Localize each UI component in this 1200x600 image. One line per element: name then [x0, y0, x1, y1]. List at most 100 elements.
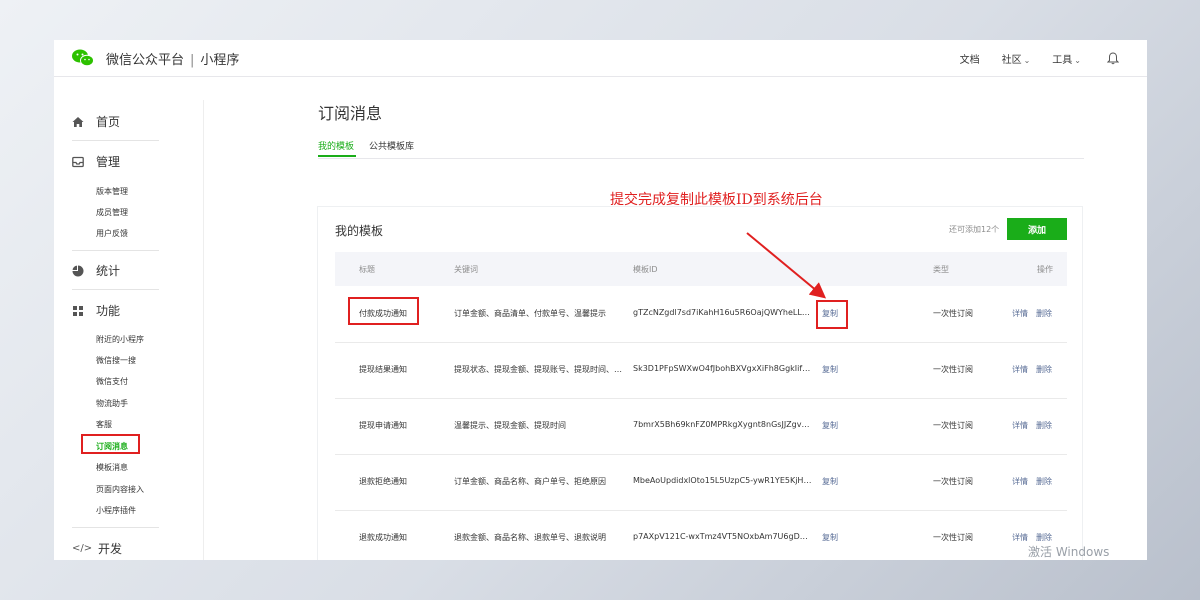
sidebar-item-service[interactable]: 客服 [96, 419, 112, 430]
highlight-box-copy [816, 300, 848, 329]
sidebar-item-content[interactable]: 页面内容接入 [96, 484, 144, 495]
sidebar-item-nearby[interactable]: 附近的小程序 [96, 334, 144, 345]
detail-link[interactable]: 详情 [1012, 420, 1028, 431]
row-type: 一次性订阅 [933, 533, 973, 542]
home-icon [72, 116, 84, 127]
sidebar-stats-label: 统计 [96, 264, 121, 278]
brand-name: 微信公众平台 [106, 53, 185, 68]
code-icon: </> [72, 542, 93, 554]
sidebar-item-plugin[interactable]: 小程序插件 [96, 505, 136, 516]
highlight-box-title [348, 297, 419, 325]
wechat-logo[interactable] [72, 49, 94, 67]
detail-link[interactable]: 详情 [1012, 308, 1028, 319]
tab-bar: 我的模板 公共模板库 [318, 132, 1084, 159]
copy-button[interactable]: 复制 [822, 476, 838, 487]
delete-link[interactable]: 删除 [1036, 364, 1052, 375]
copy-button[interactable]: 复制 [822, 420, 838, 431]
row-keywords: 提现状态、提现金额、提现账号、提现时间、备注 [454, 365, 626, 374]
brand-separator: | [190, 53, 195, 68]
tab-my-templates[interactable]: 我的模板 [318, 139, 354, 152]
nav-community-label: 社区 [1001, 55, 1022, 66]
sidebar-dev[interactable]: </> 开发 [72, 540, 122, 557]
sidebar-dev-label: 开发 [98, 542, 123, 556]
divider [72, 527, 159, 528]
sidebar-divider [203, 100, 204, 560]
sidebar-item-template[interactable]: 模板消息 [96, 462, 128, 473]
sidebar-features[interactable]: 功能 [72, 302, 120, 319]
page-title: 订阅消息 [318, 104, 383, 123]
sidebar-item-version[interactable]: 版本管理 [96, 186, 128, 197]
divider [72, 140, 159, 141]
chevron-down-icon: ⌄ [1074, 56, 1081, 65]
remaining-count: 还可添加12个 [949, 225, 1000, 234]
top-bar: 微信公众平台 | 小程序 文档 社区 ⌄ 工具 ⌄ [54, 40, 1147, 77]
table-row: 提现申请通知 温馨提示、提现金额、提现时间 7bmrX5Bh69knFZ0MPR… [335, 398, 1067, 455]
row-template-id: gTZcNZgdl7sd7iKahH16u5R6OajQWYheLLhbkc [633, 308, 813, 317]
nav-community[interactable]: 社区 ⌄ [1002, 51, 1031, 66]
col-actions: 操作 [1037, 265, 1053, 274]
table-row: 退款成功通知 退款金额、商品名称、退款单号、退款说明 p7AXpV121C-wx… [335, 510, 1067, 560]
annotation-text: 提交完成复制此模板ID到系统后台 [610, 192, 823, 208]
sidebar-item-pay[interactable]: 微信支付 [96, 376, 128, 387]
sidebar-item-members[interactable]: 成员管理 [96, 207, 128, 218]
inbox-icon [72, 156, 84, 167]
delete-link[interactable]: 删除 [1036, 532, 1052, 543]
row-keywords: 订单金额、商品名称、商户单号、拒绝原因 [454, 477, 606, 486]
col-keywords: 关键词 [454, 265, 478, 274]
delete-link[interactable]: 删除 [1036, 420, 1052, 431]
brand-title: 微信公众平台 | 小程序 [106, 49, 239, 68]
sidebar-item-search[interactable]: 微信搜一搜 [96, 355, 136, 366]
delete-link[interactable]: 删除 [1036, 308, 1052, 319]
sidebar-manage[interactable]: 管理 [72, 153, 120, 170]
tab-active-indicator [318, 155, 356, 157]
row-template-id: 7bmrX5Bh69knFZ0MPRkgXygnt8nGsJJZgvAkDe [633, 420, 813, 429]
table-row: 提现结果通知 提现状态、提现金额、提现账号、提现时间、备注 Sk3D1PFpSW… [335, 342, 1067, 399]
top-nav: 文档 社区 ⌄ 工具 ⌄ [938, 51, 1119, 66]
chevron-down-icon: ⌄ [1023, 56, 1031, 65]
row-keywords: 退款金额、商品名称、退款单号、退款说明 [454, 533, 606, 542]
grid-icon [73, 305, 83, 316]
detail-link[interactable]: 详情 [1012, 476, 1028, 487]
divider [72, 250, 159, 251]
row-title: 退款成功通知 [359, 533, 407, 542]
product-name: 小程序 [200, 53, 240, 68]
row-keywords: 订单金额、商品清单、付款单号、温馨提示 [454, 309, 606, 318]
row-title: 退款拒绝通知 [359, 477, 407, 486]
app-window: 微信公众平台 | 小程序 文档 社区 ⌄ 工具 ⌄ 首页 管理 版本管理 成员管理 用户… [54, 40, 1147, 560]
highlight-box-subscribe [81, 434, 140, 454]
col-type: 类型 [933, 265, 949, 274]
add-button[interactable]: 添加 [1007, 218, 1067, 240]
bell-icon[interactable] [1107, 52, 1119, 65]
table-row: 付款成功通知 订单金额、商品清单、付款单号、温馨提示 gTZcNZgdl7sd7… [335, 286, 1067, 343]
nav-docs[interactable]: 文档 [960, 51, 980, 66]
divider [72, 289, 159, 290]
copy-button[interactable]: 复制 [822, 532, 838, 543]
delete-link[interactable]: 删除 [1036, 476, 1052, 487]
sidebar-stats[interactable]: 统计 [72, 262, 120, 279]
col-title: 标题 [359, 265, 375, 274]
tab-public-library[interactable]: 公共模板库 [369, 139, 414, 152]
pie-chart-icon [72, 265, 84, 276]
table-header: 标题 关键词 模板ID 类型 操作 [335, 252, 1067, 286]
col-template-id: 模板ID [633, 265, 658, 274]
row-title: 提现结果通知 [359, 365, 407, 374]
row-template-id: Sk3D1PFpSWXwO4fJbohBXVgxXiFh8GgkIifMu1 [633, 364, 813, 373]
sidebar-item-feedback[interactable]: 用户反馈 [96, 228, 128, 239]
table-row: 退款拒绝通知 订单金额、商品名称、商户单号、拒绝原因 MbeAoUpdidxlO… [335, 454, 1067, 511]
detail-link[interactable]: 详情 [1012, 364, 1028, 375]
sidebar-manage-label: 管理 [96, 155, 121, 169]
card-title: 我的模板 [335, 224, 384, 238]
windows-watermark: 激活 Windows [1028, 545, 1110, 559]
detail-link[interactable]: 详情 [1012, 532, 1028, 543]
sidebar-home[interactable]: 首页 [72, 113, 120, 130]
sidebar-item-logistics[interactable]: 物流助手 [96, 398, 128, 409]
row-template-id: p7AXpV121C-wxTmz4VT5NOxbAm7U6gDNqPl0 [633, 532, 813, 541]
row-type: 一次性订阅 [933, 365, 973, 374]
sidebar-home-label: 首页 [96, 115, 121, 129]
nav-tools[interactable]: 工具 ⌄ [1052, 51, 1081, 66]
sidebar: 首页 管理 版本管理 成员管理 用户反馈 统计 功能 附近的小程序 微信搜一搜 … [54, 77, 204, 560]
row-type: 一次性订阅 [933, 309, 973, 318]
sidebar-features-label: 功能 [96, 304, 121, 318]
row-title: 提现申请通知 [359, 421, 407, 430]
copy-button[interactable]: 复制 [822, 364, 838, 375]
